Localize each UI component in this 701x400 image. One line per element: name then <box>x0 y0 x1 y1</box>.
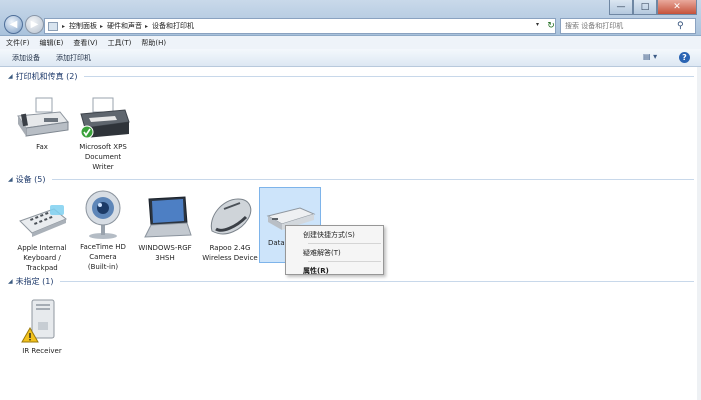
group-divider <box>51 179 694 180</box>
device-label: Fax <box>36 143 48 151</box>
menu-bar: 文件(F) 编辑(E) 查看(V) 工具(T) 帮助(H) <box>0 36 701 49</box>
group-header-devices[interactable]: ◢ 设备 (5) <box>8 174 694 185</box>
ir-receiver-icon <box>21 299 55 343</box>
add-printer-button[interactable]: 添加打印机 <box>56 53 91 63</box>
minimize-button[interactable]: — <box>609 0 633 15</box>
device-label-line2: 3HSH <box>155 254 175 262</box>
maximize-button[interactable]: □ <box>633 0 657 15</box>
printer-icon <box>80 97 130 139</box>
vertical-scrollbar[interactable] <box>697 67 701 400</box>
device-label-line3: (Built-in) <box>87 263 119 271</box>
collapse-triangle-icon[interactable]: ◢ <box>8 176 13 183</box>
group-title: 设备 (5) <box>15 175 46 184</box>
forward-button[interactable]: ▶ <box>25 15 44 34</box>
address-bar[interactable]: ▸ 控制面板 ▸ 硬件和声音 ▸ 设备和打印机 ▾ <box>44 18 556 34</box>
breadcrumb-devices-printers[interactable]: 设备和打印机 <box>152 21 194 31</box>
search-icon[interactable]: ⚲ <box>677 21 684 31</box>
menu-view[interactable]: 查看(V) <box>73 38 97 48</box>
control-panel-icon <box>48 21 58 31</box>
search-input[interactable] <box>565 22 677 30</box>
breadcrumb-separator[interactable]: ▸ <box>145 23 148 30</box>
device-label-line1: FaceTime HD <box>80 243 126 251</box>
menu-edit[interactable]: 编辑(E) <box>40 38 64 48</box>
navigation-buttons: ◀ ▶ ▾ <box>4 15 49 34</box>
device-xps-writer[interactable]: Microsoft XPS Document Writer <box>72 96 134 172</box>
group-divider <box>59 281 694 282</box>
device-label-line2: Keyboard / <box>23 254 61 262</box>
device-label-line1: Rapoo 2.4G <box>209 244 251 252</box>
device-fax[interactable]: Fax <box>11 96 73 152</box>
breadcrumb-control-panel[interactable]: 控制面板 <box>69 21 97 31</box>
device-label: IR Receiver <box>22 347 62 355</box>
menu-separator <box>308 243 381 244</box>
menu-properties[interactable]: 属性(R) <box>286 263 383 278</box>
collapse-triangle-icon[interactable]: ◢ <box>8 73 13 80</box>
window-controls: — □ ✕ <box>609 0 697 15</box>
breadcrumb-hardware-sound[interactable]: 硬件和声音 <box>107 21 142 31</box>
menu-separator <box>308 261 381 262</box>
device-windows-pc[interactable]: WINDOWS-RGF 3HSH <box>134 195 196 263</box>
back-button[interactable]: ◀ <box>4 15 23 34</box>
group-title: 未指定 (1) <box>15 277 54 286</box>
context-menu: 创建快捷方式(S) 疑难解答(T) 属性(R) <box>285 225 384 275</box>
device-label-line1: Apple Internal <box>17 244 67 252</box>
add-device-button[interactable]: 添加设备 <box>12 53 40 63</box>
menu-help[interactable]: 帮助(H) <box>141 38 166 48</box>
breadcrumb-separator[interactable]: ▸ <box>62 23 65 30</box>
device-ir-receiver[interactable]: IR Receiver <box>11 296 73 356</box>
mouse-icon <box>210 198 252 235</box>
command-bar: 添加设备 添加打印机 ▤ ▾ ? <box>0 49 701 67</box>
search-box[interactable]: ⚲ <box>560 18 696 34</box>
keyboard-icon <box>19 205 67 237</box>
close-button[interactable]: ✕ <box>657 0 697 15</box>
group-title: 打印机和传真 (2) <box>15 72 78 81</box>
group-divider <box>83 76 694 77</box>
menu-tools[interactable]: 工具(T) <box>108 38 132 48</box>
device-label-line2: Camera <box>89 253 117 261</box>
device-facetime-camera[interactable]: FaceTime HD Camera (Built-in) <box>72 188 134 272</box>
device-apple-keyboard[interactable]: Apple Internal Keyboard / Trackpad <box>11 195 73 273</box>
help-icon[interactable]: ? <box>679 52 690 63</box>
collapse-triangle-icon[interactable]: ◢ <box>8 278 13 285</box>
menu-create-shortcut[interactable]: 创建快捷方式(S) <box>286 227 383 242</box>
fax-icon <box>17 97 69 137</box>
device-label-line1: Microsoft XPS <box>79 143 127 151</box>
device-label-line2: Wireless Device <box>202 254 258 262</box>
webcam-icon <box>85 190 121 239</box>
address-dropdown-icon[interactable]: ▾ <box>536 21 539 28</box>
device-rapoo-wireless[interactable]: Rapoo 2.4G Wireless Device <box>199 195 261 263</box>
change-view-button[interactable]: ▤ ▾ <box>643 52 657 61</box>
device-label-line3: Trackpad <box>26 264 58 272</box>
menu-file[interactable]: 文件(F) <box>6 38 30 48</box>
laptop-icon <box>144 196 192 238</box>
device-label-line2: Document <box>84 153 122 161</box>
menu-troubleshoot[interactable]: 疑难解答(T) <box>286 245 383 260</box>
device-label-line1: WINDOWS-RGF <box>138 244 192 252</box>
breadcrumb-separator[interactable]: ▸ <box>100 23 103 30</box>
device-label-line3: Writer <box>92 163 114 171</box>
group-header-printers[interactable]: ◢ 打印机和传真 (2) <box>8 71 694 82</box>
refresh-icon[interactable]: ↻ <box>544 18 558 34</box>
